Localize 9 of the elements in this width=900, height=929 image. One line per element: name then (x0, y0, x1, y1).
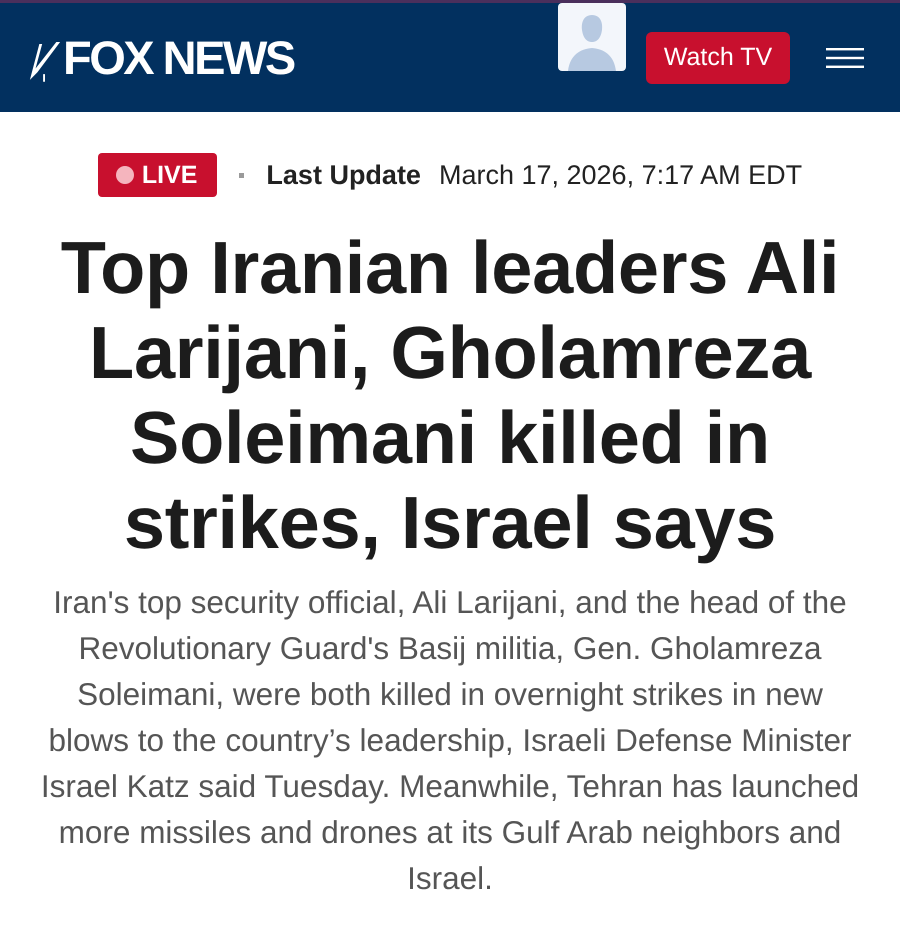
logo-text[interactable]: FOX NEWS (63, 34, 294, 81)
headline: Top Iranian leaders Ali Larijani, Gholamreza Soleimani killed in strikes, Israel says (60, 225, 840, 565)
last-update-label: Last Update (266, 160, 421, 190)
menu-icon[interactable] (826, 48, 864, 68)
live-label: LIVE (142, 160, 198, 190)
update-timestamp: March 17, 2026, 7:17 AM EDT (438, 160, 802, 190)
watch-tv-button[interactable]: Watch TV (646, 32, 790, 84)
live-dot-icon (116, 166, 134, 184)
article-summary: Iran's top security official, Ali Larijani, and the head of the Revolutionary Guard's Basij militia, Gen. Gholamreza Soleimani, were both killed in overnight strikes in new blows to the country’s leadership, Israeli Defense Minister Israel Katz said Tuesday. Meanwhile, Tehran has launched more missiles and drones at its Gulf Arab neighbors and Israel. (40, 583, 860, 898)
